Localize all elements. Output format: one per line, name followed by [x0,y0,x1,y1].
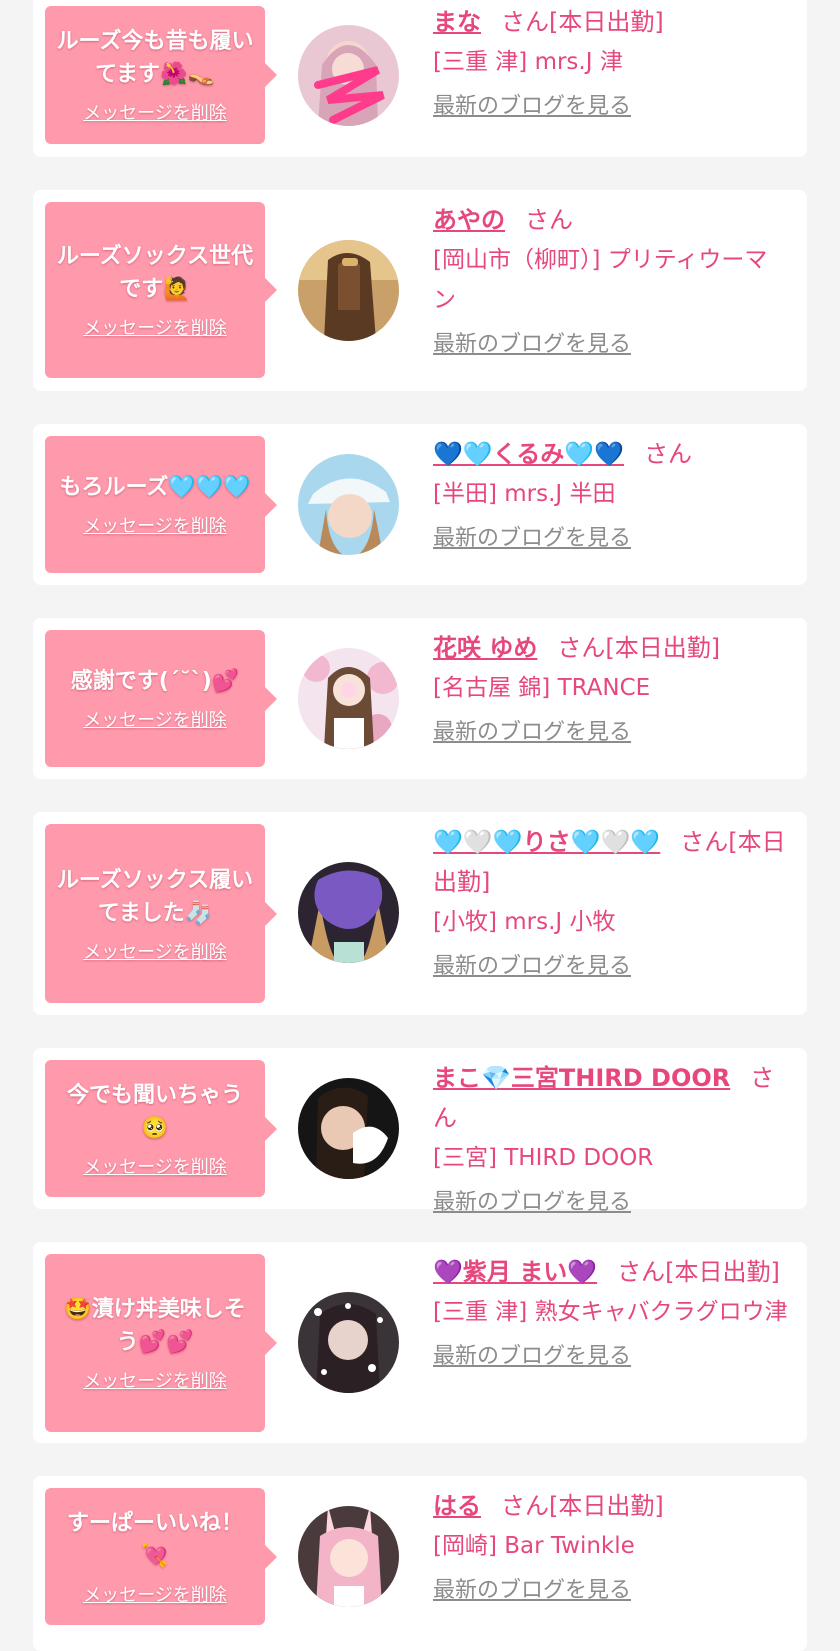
latest-blog-link[interactable]: 最新のブログを見る [433,88,631,120]
latest-blog-link[interactable]: 最新のブログを見る [433,1184,631,1216]
message-text: ルーズソックス履いてました🧦 [56,867,254,926]
message-bubble: すーぱーいいね！💘 メッセージを削除 [45,1488,277,1625]
latest-blog-link[interactable]: 最新のブログを見る [433,1572,631,1604]
girl-info: 💜紫月 まい💜 さん[本日出勤] [三重 津] 熟女キャバクラグロウ津 最新のブロ… [433,1252,788,1370]
shop-name: [名古屋 錦] TRANCE [433,675,651,701]
avatar-photo-cap [298,454,399,555]
message-bubble: ルーズソックス履いてました🧦 メッセージを削除 [45,824,277,1003]
delete-message-link[interactable]: メッセージを削除 [83,99,227,125]
message-bubble: ルーズ今も昔も履いてます🌺👡 メッセージを削除 [45,6,277,144]
girl-name-link[interactable]: 🩵🤍🩵りさ🩵🤍🩵 [433,828,660,856]
honorific-status: さん[本日出勤] [557,634,721,662]
avatar-photo-purple [298,862,399,963]
message-bubble: もろルーズ🩵🩵🩵 メッセージを削除 [45,436,277,573]
avatar[interactable] [298,1078,399,1179]
message-card: 今でも聞いちゃう🥺 メッセージを削除 まこ💎三宮THIRD DOOR さん [三宮… [33,1048,807,1215]
shop-name: [三重 津] 熟女キャバクラグロウ津 [433,1299,788,1325]
honorific-status: さん[本日出勤] [617,1258,780,1286]
message-bubble: 感謝です(ˊ˘ˋ)💕 メッセージを削除 [45,630,277,767]
girl-name-link[interactable]: 花咲 ゆめ [433,634,537,662]
avatar[interactable] [298,1292,399,1393]
delete-message-link[interactable]: メッセージを削除 [83,1581,227,1607]
honorific-status: さん [644,440,693,468]
message-card: もろルーズ🩵🩵🩵 メッセージを削除 💙🩵くるみ🩵💙 さん [半田] mrs.J 半… [33,424,807,585]
girl-name-link[interactable]: あやの [433,206,505,234]
girl-info: 🩵🤍🩵りさ🩵🤍🩵 さん[本日出勤] [小牧] mrs.J 小牧 最新のブログを見る [433,822,788,980]
latest-blog-link[interactable]: 最新のブログを見る [433,326,631,358]
girl-name-link[interactable]: 💜紫月 まい💜 [433,1258,597,1286]
honorific-status: さん[本日出勤] [501,8,664,36]
honorific-status: さん[本日出勤] [501,1492,664,1520]
avatar[interactable] [298,648,399,749]
shop-name: [岡山市（柳町）] プリティウーマン [433,247,768,313]
delete-message-link[interactable]: メッセージを削除 [83,512,227,538]
shop-name: [岡崎] Bar Twinkle [433,1533,635,1559]
message-card: 🤩漬け丼美味しそう💕💕 メッセージを削除 💜紫月 まい💜 さん[本日出勤] [三重… [33,1242,807,1443]
shop-name: [三重 津] mrs.J 津 [433,49,623,75]
delete-message-link[interactable]: メッセージを削除 [83,1367,227,1393]
shop-name: [小牧] mrs.J 小牧 [433,909,616,935]
avatar-photo-pink [298,25,399,126]
message-text: ルーズ今も昔も履いてます🌺👡 [56,29,254,87]
girl-info: あやの さん [岡山市（柳町）] プリティウーマン 最新のブログを見る [433,200,788,358]
girl-name-link[interactable]: まこ💎三宮THIRD DOOR [433,1064,730,1092]
avatar[interactable] [298,454,399,555]
avatar[interactable] [298,1506,399,1607]
message-text: ルーズソックス世代です🙋 [56,244,254,302]
delete-message-link[interactable]: メッセージを削除 [83,706,227,732]
latest-blog-link[interactable]: 最新のブログを見る [433,714,631,746]
message-bubble: ルーズソックス世代です🙋 メッセージを削除 [45,202,277,378]
message-text: もろルーズ🩵🩵🩵 [59,475,251,500]
girl-info: はる さん[本日出勤] [岡崎] Bar Twinkle 最新のブログを見る [433,1486,788,1604]
delete-message-link[interactable]: メッセージを削除 [83,938,227,964]
message-card: ルーズソックス世代です🙋 メッセージを削除 あやの さん [岡山市（柳町）] プリ… [33,190,807,391]
girl-info: まこ💎三宮THIRD DOOR さん [三宮] THIRD DOOR 最新のブログ… [433,1058,788,1216]
message-bubble: 今でも聞いちゃう🥺 メッセージを削除 [45,1060,277,1197]
delete-message-link[interactable]: メッセージを削除 [83,314,227,340]
message-text: 感謝です(ˊ˘ˋ)💕 [70,669,240,694]
message-bubble: 🤩漬け丼美味しそう💕💕 メッセージを削除 [45,1254,277,1432]
girl-name-link[interactable]: はる [433,1492,481,1520]
shop-name: [半田] mrs.J 半田 [433,481,616,507]
avatar-photo-bunny [298,1506,399,1607]
message-card: すーぱーいいね！💘 メッセージを削除 はる さん[本日出勤] [岡崎] Bar T… [33,1476,807,1651]
girl-name-link[interactable]: まな [433,8,481,36]
message-text: 今でも聞いちゃう🥺 [66,1082,243,1141]
latest-blog-link[interactable]: 最新のブログを見る [433,1338,631,1370]
avatar-photo-hair [298,240,399,341]
avatar-photo-dark [298,1078,399,1179]
message-text: すーぱーいいね！💘 [66,1510,243,1569]
latest-blog-link[interactable]: 最新のブログを見る [433,948,631,980]
girl-info: 花咲 ゆめ さん[本日出勤] [名古屋 錦] TRANCE 最新のブログを見る [433,628,788,746]
honorific-status: さん [525,206,573,234]
message-text: 🤩漬け丼美味しそう💕💕 [64,1297,246,1355]
avatar[interactable] [298,240,399,341]
avatar[interactable] [298,25,399,126]
girl-name-link[interactable]: 💙🩵くるみ🩵💙 [433,440,624,468]
message-card: ルーズソックス履いてました🧦 メッセージを削除 🩵🤍🩵りさ🩵🤍🩵 さん[本日出勤]… [33,812,807,1015]
shop-name: [三宮] THIRD DOOR [433,1145,654,1171]
avatar[interactable] [298,862,399,963]
girl-info: 💙🩵くるみ🩵💙 さん [半田] mrs.J 半田 最新のブログを見る [433,434,788,552]
avatar-photo-sparkle [298,1292,399,1393]
message-card: ルーズ今も昔も履いてます🌺👡 メッセージを削除 まな さん[本日出勤] [三重 津… [33,0,807,157]
girl-info: まな さん[本日出勤] [三重 津] mrs.J 津 最新のブログを見る [433,2,788,120]
latest-blog-link[interactable]: 最新のブログを見る [433,520,631,552]
avatar-photo-blossom [298,648,399,749]
delete-message-link[interactable]: メッセージを削除 [83,1153,227,1179]
message-card: 感謝です(ˊ˘ˋ)💕 メッセージを削除 花咲 ゆめ さん[本日出勤] [名古屋 錦… [33,618,807,779]
